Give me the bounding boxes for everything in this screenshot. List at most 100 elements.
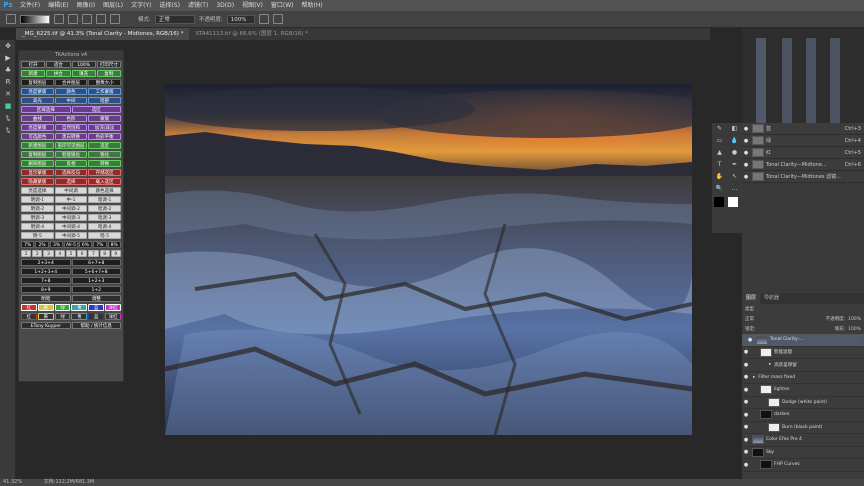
eye-icon[interactable]: ● xyxy=(742,412,750,418)
tk-zone-button[interactable]: 8+9 xyxy=(21,286,71,293)
gradient-picker[interactable] xyxy=(20,14,50,24)
zoom-icon[interactable]: 🔍 xyxy=(712,183,727,195)
history-item[interactable]: ● Tonal Clarity—Midtones 滤镜... xyxy=(742,171,864,183)
tk-action-button[interactable]: 打开 xyxy=(21,61,46,68)
eye-icon[interactable]: ● xyxy=(742,126,750,132)
tk-action-button[interactable]: 智能锐化 xyxy=(54,151,88,158)
tk-action-button[interactable]: 暗部 xyxy=(88,97,122,104)
tk-zone-button[interactable]: 暗调-3 xyxy=(88,214,122,221)
tab-mg6225[interactable]: _MG_6225.tif @ 41.3% (Tonal Clarity - Mi… xyxy=(16,28,190,40)
tk-action-button[interactable]: 区域选择 xyxy=(21,106,71,113)
layer-row[interactable]: ● ▸ Filter mass fixed xyxy=(742,372,864,384)
tk-color-button[interactable]: 洋红 xyxy=(105,304,121,311)
tk-zone-button[interactable]: 中-1 xyxy=(54,196,88,203)
tk-action-button[interactable]: 复制图层 xyxy=(21,151,54,158)
tk-action-button[interactable]: 拼合 xyxy=(46,70,71,77)
blend-mode-select[interactable]: 正常 xyxy=(745,316,754,322)
menu-item[interactable]: 图层(L) xyxy=(99,0,127,11)
eye-icon[interactable]: ● xyxy=(742,162,750,168)
eye-icon[interactable]: ● xyxy=(742,374,750,380)
tk-zone-button[interactable]: 6 xyxy=(77,250,88,257)
tk-action-button[interactable]: 工作蒙版 xyxy=(88,88,122,95)
eye-icon[interactable]: ● xyxy=(742,449,750,455)
tk-action-button[interactable]: 亮度蒙版 xyxy=(21,88,54,95)
layer-row[interactable]: ● Tonal Clarity-... xyxy=(742,334,864,347)
menu-item[interactable]: 编辑(E) xyxy=(44,0,72,11)
tk-zone-button[interactable]: 暗-5 xyxy=(88,232,122,239)
layer-row[interactable]: ● 智能滤镜 xyxy=(742,347,864,359)
tk-action-button[interactable]: 色彩平衡 xyxy=(88,133,122,140)
tk-zone-button[interactable]: 5+6+7+8 xyxy=(71,268,121,275)
history-item[interactable]: ● 红 Ctrl+5 xyxy=(742,147,864,159)
foreground-color-icon[interactable] xyxy=(714,197,724,207)
tk-zone-button[interactable]: 明调-2 xyxy=(21,205,54,212)
move-tool-icon[interactable]: ✥ xyxy=(0,40,16,52)
background-color-icon[interactable] xyxy=(728,197,738,207)
mode-select[interactable]: 正常 xyxy=(154,14,195,24)
tk-color-button-2[interactable]: 蓝 xyxy=(88,313,105,320)
tk-action-button[interactable]: 适合 xyxy=(46,61,71,68)
tk-action-button[interactable]: 选择 xyxy=(54,178,88,185)
tk-tab-button[interactable]: 颜色选择 xyxy=(88,187,122,194)
history-item[interactable]: ● 绿 Ctrl+4 xyxy=(742,135,864,147)
tk2-icon[interactable]: Ꮏ xyxy=(0,124,16,136)
tk-zone-button[interactable]: 暗调-4 xyxy=(88,223,122,230)
eye-icon[interactable]: ● xyxy=(742,424,750,430)
tab-sta41113[interactable]: STA41113.tif @ 66.6% (图层 1, RGB/16) * xyxy=(189,28,314,40)
tk-action-button[interactable]: 打印尺寸 xyxy=(96,61,121,68)
triangle-icon[interactable]: ▲ xyxy=(712,147,727,159)
menu-item[interactable]: 滤镜(T) xyxy=(184,0,212,11)
layer-row[interactable]: ● darken xyxy=(742,409,864,422)
tk-zone-button[interactable]: 暗调-1 xyxy=(88,196,122,203)
pen-icon[interactable]: ✒ xyxy=(727,159,742,171)
menu-item[interactable]: 窗口(W) xyxy=(267,0,298,11)
tk-action-button[interactable]: 加深/减淡 xyxy=(88,124,122,131)
eye-icon[interactable]: ● xyxy=(742,399,750,405)
layer-row[interactable]: ● Color Efex Pro 4 xyxy=(742,434,864,447)
tk-action-button[interactable]: 100% xyxy=(71,61,96,68)
tk-footer-button[interactable]: ETony Kuyper xyxy=(21,322,71,329)
tk-color-button-2[interactable]: 红 xyxy=(21,313,37,320)
menu-item[interactable]: 帮助(H) xyxy=(298,0,327,11)
document-image[interactable] xyxy=(165,84,692,435)
tk-action-button[interactable]: 新建图层 xyxy=(21,142,54,149)
menu-item[interactable]: 图像(I) xyxy=(73,0,99,11)
eye-icon[interactable]: ● xyxy=(742,387,750,393)
tk-action-button[interactable]: 选择反向 xyxy=(54,169,88,176)
tk-action-button[interactable]: 复制图层 xyxy=(21,79,54,86)
tk-zone-button[interactable]: 1+2+3+4 xyxy=(21,268,71,275)
eraser-icon[interactable]: ◧ xyxy=(727,123,742,135)
tk-label-button[interactable]: 明暗 xyxy=(21,295,71,302)
tk-zone-button[interactable]: 8 xyxy=(99,250,110,257)
tk-zone-button[interactable]: 中间调-2 xyxy=(54,205,88,212)
tk-zone-button[interactable]: 6+7+8 xyxy=(71,259,121,266)
history-item[interactable]: ● 蓝 Ctrl+3 xyxy=(742,123,864,135)
tk-zone-button[interactable]: 7+8 xyxy=(21,277,71,284)
tk-action-button[interactable]: 锐化 xyxy=(88,151,122,158)
eye-icon[interactable]: ● xyxy=(742,362,750,368)
dodge-icon[interactable]: ● xyxy=(727,147,742,159)
tab-navigator[interactable]: 导航器 xyxy=(760,293,783,304)
tk-action-button[interactable]: 新建 xyxy=(21,70,46,77)
tk-zone-button[interactable]: 暗调-2 xyxy=(88,205,122,212)
fill-value[interactable]: 100% xyxy=(848,327,861,332)
blur-icon[interactable]: 💧 xyxy=(727,135,742,147)
opacity-field[interactable]: 100% xyxy=(226,14,255,24)
tk-color-button[interactable]: 黄 xyxy=(37,304,54,311)
tk-zone-button[interactable]: 明调-4 xyxy=(21,223,54,230)
eye-icon[interactable]: ● xyxy=(742,150,750,156)
tk-action-button[interactable]: 可选颜色 xyxy=(21,133,54,140)
type-tool-icon[interactable]: T xyxy=(712,159,727,171)
tk-action-button[interactable]: 蒙版 xyxy=(88,115,122,122)
tk-action-button[interactable]: 转换 xyxy=(88,160,122,167)
menu-item[interactable]: 文件(F) xyxy=(16,0,44,11)
tk-zone-button[interactable]: 1 xyxy=(21,250,32,257)
tk-color-button[interactable]: 蓝 xyxy=(88,304,105,311)
layer-row[interactable]: ● ▸ 高反差保留 xyxy=(742,359,864,372)
tk-zone-button[interactable]: 3 xyxy=(43,250,54,257)
stamp-tool-icon[interactable]: ♣ xyxy=(0,64,16,76)
tk-color-button-2[interactable]: 洋红 xyxy=(105,313,121,320)
radial-gradient-icon[interactable] xyxy=(68,14,78,24)
filter-type[interactable]: 类型 xyxy=(745,306,754,312)
layer-row[interactable]: ● Sky xyxy=(742,447,864,459)
